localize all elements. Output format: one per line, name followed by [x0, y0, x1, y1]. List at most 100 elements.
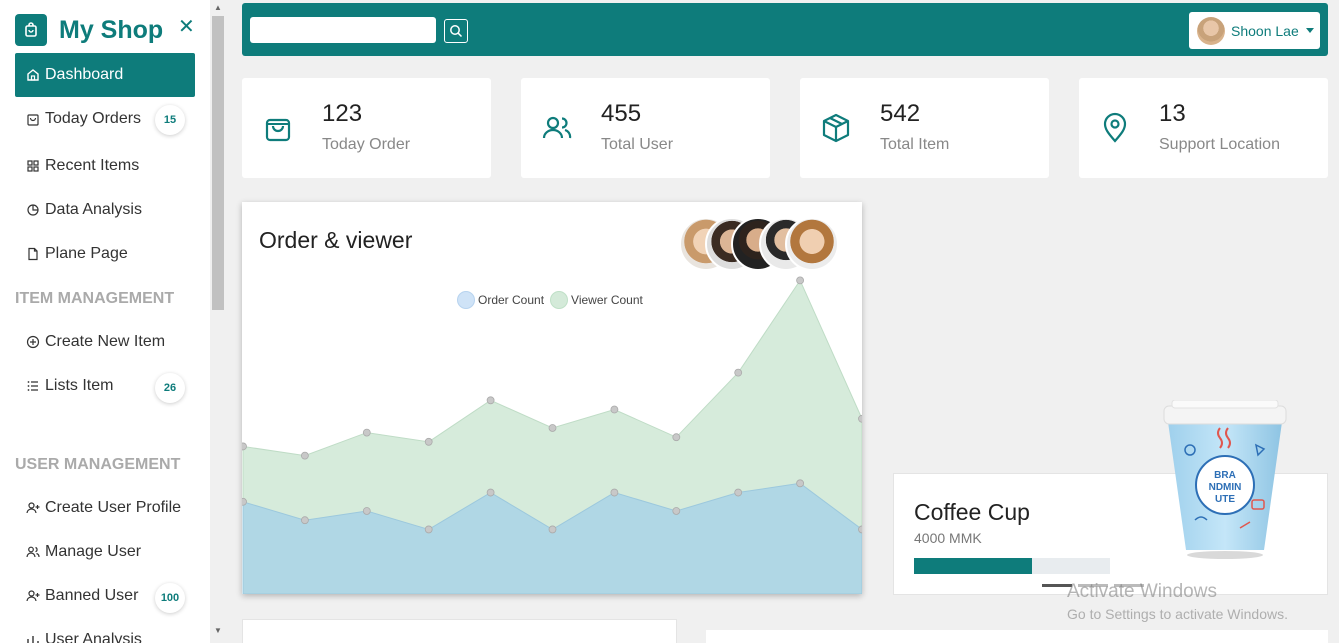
data-point-viewer[interactable]: [734, 368, 743, 377]
sidebar-item-label: Dashboard: [45, 66, 124, 83]
sidebar-item-dashboard[interactable]: Dashboard: [15, 53, 195, 97]
sidebar-item-recent-items[interactable]: Recent Items: [15, 144, 195, 188]
stat-value: 542: [880, 100, 921, 127]
sidebar-item-create-user-profile[interactable]: Create User Profile: [15, 486, 195, 530]
sidebar-item-plane-page[interactable]: Plane Page: [15, 232, 195, 276]
section-title-user-management: USER MANAGEMENT: [15, 456, 181, 473]
data-point-order[interactable]: [734, 488, 743, 497]
legend-item-order[interactable]: Order Count: [457, 291, 544, 309]
user-menu-dropdown[interactable]: Shoon Lae: [1189, 12, 1320, 49]
data-point-order[interactable]: [858, 525, 863, 534]
data-point-viewer[interactable]: [301, 451, 309, 460]
stat-card-support-location[interactable]: 13 Support Location: [1079, 78, 1328, 178]
search-input[interactable]: [250, 17, 436, 43]
sidebar-item-today-orders[interactable]: Today Orders 15: [15, 97, 195, 141]
sidebar-item-label: Manage User: [45, 543, 142, 560]
data-point-order[interactable]: [548, 525, 557, 534]
data-point-viewer[interactable]: [610, 405, 619, 414]
sidebar-item-user-analysis[interactable]: User Analysis: [15, 618, 195, 643]
avatar: [1197, 16, 1225, 45]
user-name: Shoon Lae: [1231, 22, 1299, 39]
stat-card-total-user[interactable]: 455 Total User: [521, 78, 770, 178]
brand[interactable]: My Shop: [15, 14, 163, 46]
scroll-up-arrow-icon[interactable]: ▲: [214, 3, 222, 12]
avatar[interactable]: [785, 217, 839, 271]
lists-item-badge: 26: [155, 373, 185, 403]
data-point-viewer[interactable]: [858, 414, 863, 423]
stat-label: Today Order: [322, 136, 411, 153]
data-point-viewer[interactable]: [486, 396, 495, 405]
list-icon: [25, 378, 41, 394]
legend-item-viewer[interactable]: Viewer Count: [550, 291, 643, 309]
legend-label: Order Count: [478, 293, 545, 307]
data-point-viewer[interactable]: [424, 437, 433, 446]
stat-label: Support Location: [1159, 136, 1280, 153]
sidebar-item-data-analysis[interactable]: Data Analysis: [15, 188, 195, 232]
users-icon: [542, 116, 572, 139]
sidebar-item-manage-user[interactable]: Manage User: [15, 530, 195, 574]
product-name: Coffee Cup: [914, 499, 1030, 525]
product-progress-bar: [914, 558, 1110, 574]
legend-label: Viewer Count: [571, 293, 643, 307]
data-point-viewer[interactable]: [242, 442, 247, 451]
sidebar-item-label: Plane Page: [45, 245, 128, 262]
search-button[interactable]: [444, 19, 468, 43]
data-point-order[interactable]: [610, 488, 619, 497]
shop-bag-logo-icon: [15, 14, 47, 46]
close-icon[interactable]: ✕: [178, 14, 195, 39]
brand-name: My Shop: [59, 15, 164, 44]
activate-windows-title: Activate Windows: [1067, 581, 1217, 602]
sidebar-item-label: Lists Item: [45, 377, 114, 394]
legend-swatch: [457, 291, 475, 309]
svg-text:BRA: BRA: [1214, 470, 1236, 481]
stat-card-total-item[interactable]: 542 Total Item: [800, 78, 1049, 178]
stat-card-today-order[interactable]: 123 Today Order: [242, 78, 491, 178]
chart-title: Order & viewer: [259, 227, 413, 253]
user-plus-icon: [25, 588, 41, 604]
chevron-down-icon: [1305, 28, 1314, 33]
sidebar-item-banned-user[interactable]: Banned User 100: [15, 574, 195, 618]
scroll-thumb[interactable]: [212, 16, 224, 310]
pie-icon: [25, 202, 41, 218]
sidebar-scrollbar[interactable]: ▲ ▼: [210, 0, 226, 643]
sidebar-item-create-new-item[interactable]: Create New Item: [15, 320, 195, 364]
sidebar-item-label: Banned User: [45, 587, 139, 604]
data-point-viewer[interactable]: [548, 424, 557, 432]
file-icon: [25, 246, 41, 262]
data-point-viewer[interactable]: [362, 428, 371, 437]
section-title-item-management: ITEM MANAGEMENT: [15, 290, 175, 307]
location-icon: [1103, 112, 1127, 143]
stat-label: Total User: [601, 136, 674, 153]
order-viewer-chart-card: Order & viewer Order Count Viewer Count: [242, 202, 862, 594]
chart-legend: Order Count Viewer Count: [457, 291, 649, 309]
sidebar: My Shop ✕ Dashboard Today Orders 15 Rece…: [0, 0, 210, 643]
progress-fill: [914, 558, 1032, 574]
data-point-order[interactable]: [424, 525, 433, 534]
data-point-order[interactable]: [301, 516, 309, 525]
data-point-viewer[interactable]: [672, 433, 681, 442]
top-bar: Shoon Lae: [242, 3, 1328, 56]
bottom-card: [242, 619, 677, 643]
stat-label: Total Item: [880, 136, 950, 153]
legend-swatch: [550, 291, 569, 309]
stat-value: 13: [1159, 100, 1186, 127]
data-point-viewer[interactable]: [796, 276, 804, 285]
chart-icon: [25, 632, 41, 643]
sidebar-item-label: Create User Profile: [45, 499, 182, 516]
home-icon: [25, 67, 41, 83]
bag-icon: [265, 118, 291, 142]
sidebar-item-label: Create New Item: [45, 333, 166, 350]
scroll-down-arrow-icon[interactable]: ▼: [214, 626, 222, 635]
data-point-order[interactable]: [672, 507, 681, 515]
banned-user-badge: 100: [155, 583, 185, 613]
sidebar-item-lists-item[interactable]: Lists Item 26: [15, 364, 195, 408]
data-point-order[interactable]: [362, 507, 371, 515]
data-point-order[interactable]: [796, 479, 804, 488]
grid-icon: [25, 158, 41, 174]
data-point-order[interactable]: [242, 497, 247, 506]
data-point-order[interactable]: [486, 488, 495, 497]
users-icon: [25, 544, 41, 560]
stat-value: 123: [322, 100, 363, 127]
svg-text:UTE: UTE: [1215, 494, 1235, 505]
svg-text:NDMIN: NDMIN: [1209, 482, 1242, 493]
